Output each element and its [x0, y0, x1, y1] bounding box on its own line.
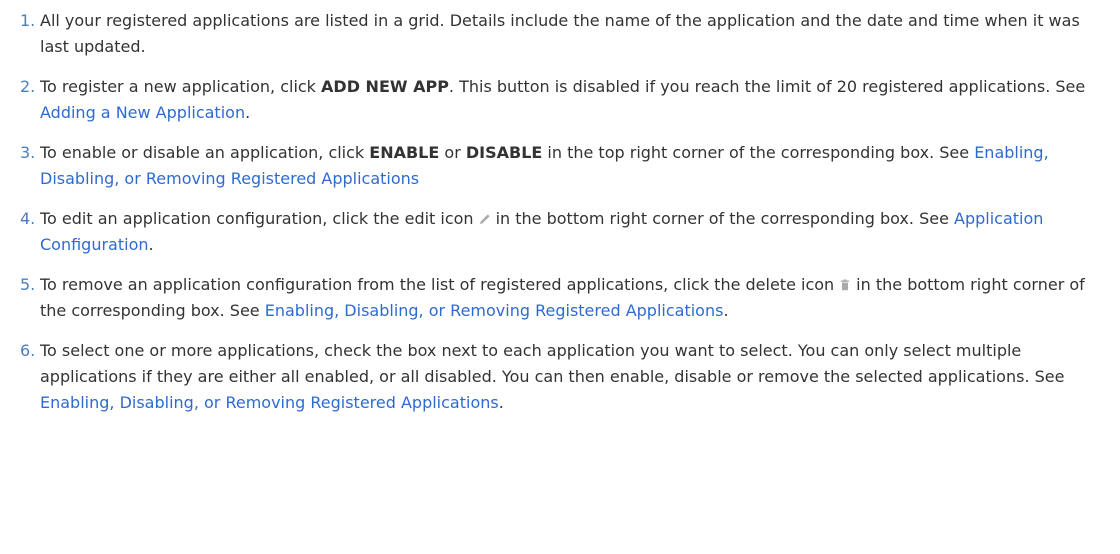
add-new-app-label: ADD NEW APP: [321, 77, 449, 96]
list-item: 1. All your registered applications are …: [0, 8, 1120, 60]
step-number: 6.: [20, 341, 36, 360]
step-text: All your registered applications are lis…: [40, 11, 1080, 56]
list-item: 5. To remove an application configuratio…: [0, 272, 1120, 324]
step-text: in the top right corner of the correspon…: [542, 143, 975, 162]
step-text: .: [723, 301, 729, 320]
step-text: To register a new application, click: [40, 77, 322, 96]
list-item: 3. To enable or disable an application, …: [0, 140, 1120, 192]
step-text: .: [148, 235, 154, 254]
step-text: To edit an application configuration, cl…: [40, 209, 474, 228]
step-number: 2.: [20, 77, 36, 96]
step-text: in the bottom right corner of the corres…: [495, 209, 954, 228]
step-number: 1.: [20, 11, 36, 30]
pencil-icon: [478, 212, 492, 226]
list-item: 2. To register a new application, click …: [0, 74, 1120, 126]
step-text: To enable or disable an application, cli…: [40, 143, 370, 162]
adding-new-application-link[interactable]: Adding a New Application: [40, 103, 245, 122]
list-item: 6. To select one or more applications, c…: [0, 338, 1120, 416]
step-text: .: [245, 103, 251, 122]
steps-list: 1. All your registered applications are …: [0, 8, 1120, 416]
step-number: 5.: [20, 275, 36, 294]
step-text: To remove an application configuration f…: [40, 275, 835, 294]
step-text: .: [498, 393, 504, 412]
list-item: 4. To edit an application configuration,…: [0, 206, 1120, 258]
step-text: . This button is disabled if you reach t…: [448, 77, 1086, 96]
step-number: 4.: [20, 209, 36, 228]
disable-label: DISABLE: [465, 143, 543, 162]
trash-icon: [838, 278, 852, 292]
step-number: 3.: [20, 143, 36, 162]
enable-label: ENABLE: [369, 143, 440, 162]
step-text: or: [439, 143, 466, 162]
documentation-page: 1. All your registered applications are …: [0, 0, 1120, 554]
enabling-disabling-removing-link[interactable]: Enabling, Disabling, or Removing Registe…: [40, 393, 499, 412]
step-text: To select one or more applications, chec…: [40, 341, 1065, 386]
enabling-disabling-removing-link[interactable]: Enabling, Disabling, or Removing Registe…: [265, 301, 724, 320]
